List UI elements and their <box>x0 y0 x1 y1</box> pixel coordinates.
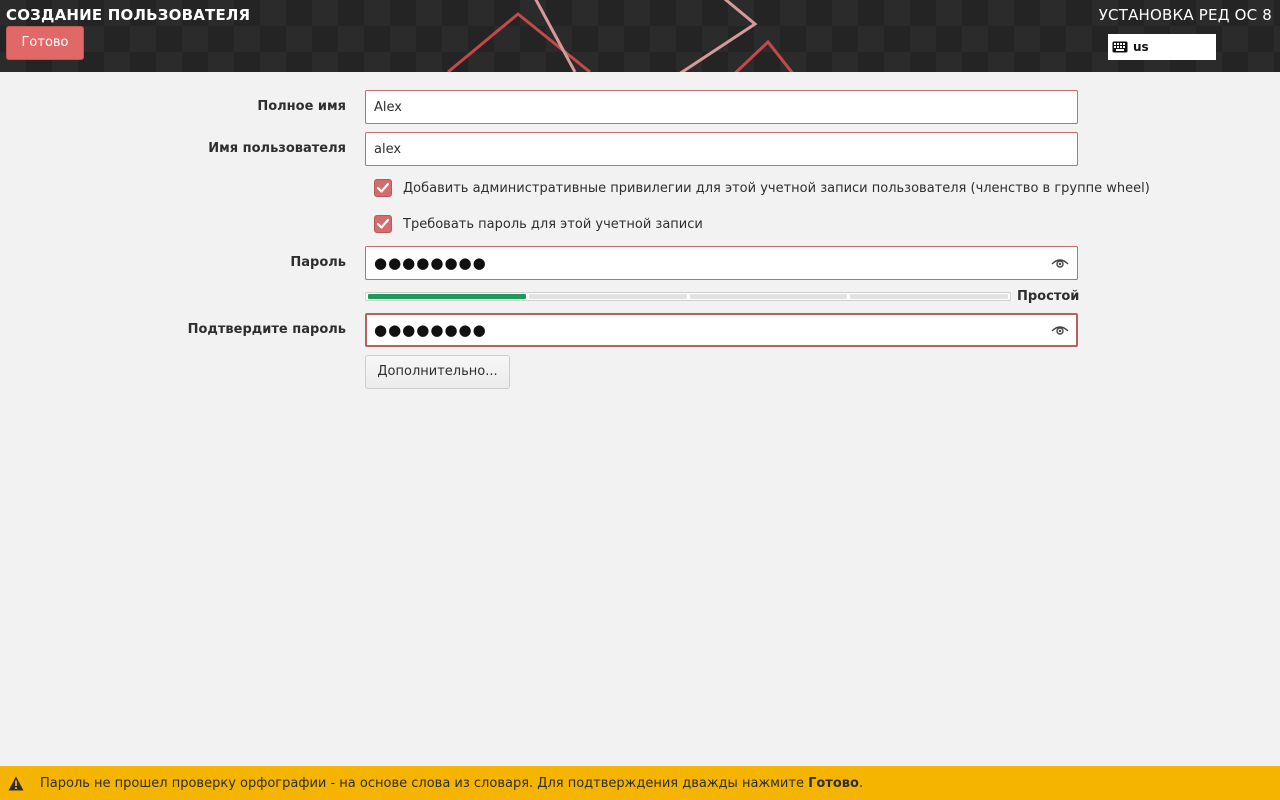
confirm-password-label: Подтвердите пароль <box>187 322 346 337</box>
full-name-value: Alex <box>374 99 402 115</box>
password-value: ●●●●●●●● <box>374 254 487 272</box>
keyboard-layout-indicator[interactable]: us <box>1108 34 1216 60</box>
keyboard-icon <box>1112 41 1128 53</box>
admin-checkbox[interactable] <box>374 179 392 197</box>
checkmark-icon <box>376 218 390 229</box>
strength-segment <box>368 294 526 299</box>
warning-done-word: Готово <box>808 775 859 791</box>
strength-segment <box>689 294 848 299</box>
product-title: УСТАНОВКА РЕД ОС 8 <box>1098 6 1272 24</box>
strength-segment <box>528 294 687 299</box>
spoke-title: СОЗДАНИЕ ПОЛЬЗОВАТЕЛЯ <box>6 6 251 24</box>
checkmark-icon <box>376 182 390 193</box>
done-button[interactable]: Готово <box>6 26 84 60</box>
password-strength-label: Простой <box>1017 289 1080 304</box>
warning-icon <box>8 776 24 791</box>
eye-icon[interactable] <box>1051 254 1069 272</box>
eye-icon[interactable] <box>1051 321 1069 339</box>
require-password-checkbox[interactable] <box>374 215 392 233</box>
password-label: Пароль <box>290 255 346 270</box>
username-label: Имя пользователя <box>208 141 346 156</box>
password-input[interactable]: ●●●●●●●● <box>365 246 1078 280</box>
warning-text: Пароль не прошел проверку орфографии - н… <box>40 775 809 791</box>
strength-segment <box>850 294 1008 299</box>
advanced-button[interactable]: Дополнительно... <box>365 355 510 389</box>
full-name-label: Полное имя <box>257 99 346 114</box>
username-value: alex <box>374 141 402 157</box>
confirm-password-input[interactable]: ●●●●●●●● <box>365 313 1078 347</box>
require-password-row[interactable]: Требовать пароль для этой учетной записи <box>374 215 703 233</box>
header-bar: СОЗДАНИЕ ПОЛЬЗОВАТЕЛЯ Готово УСТАНОВКА Р… <box>0 0 1280 72</box>
admin-checkbox-row[interactable]: Добавить административные привилегии для… <box>374 179 1150 197</box>
full-name-input[interactable]: Alex <box>365 90 1078 124</box>
keyboard-layout-label: us <box>1133 40 1149 54</box>
header-logo-art <box>447 0 794 72</box>
confirm-password-value: ●●●●●●●● <box>374 321 487 339</box>
require-password-label: Требовать пароль для этой учетной записи <box>403 216 703 232</box>
password-strength-meter <box>365 292 1011 301</box>
admin-checkbox-label: Добавить административные привилегии для… <box>403 180 1150 196</box>
warning-bar[interactable]: Пароль не прошел проверку орфографии - н… <box>0 766 1280 800</box>
warning-text-end: . <box>858 775 864 791</box>
warning-message: Пароль не прошел проверку орфографии - н… <box>40 776 863 791</box>
username-input[interactable]: alex <box>365 132 1078 166</box>
